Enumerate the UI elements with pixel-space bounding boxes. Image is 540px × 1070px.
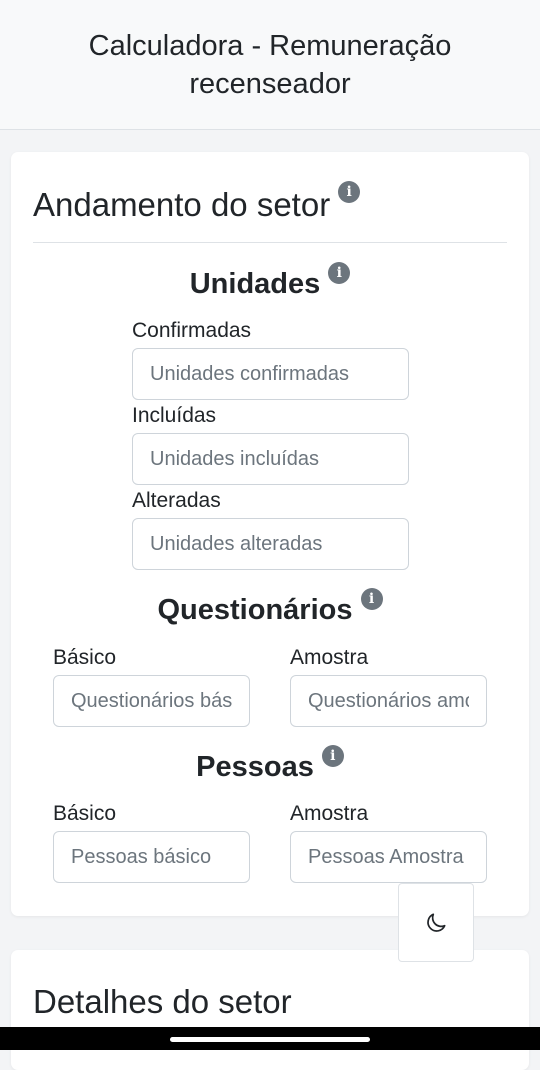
sector-progress-title-text: Andamento do setor bbox=[33, 186, 331, 223]
questionnaires-title-text: Questionários bbox=[157, 594, 353, 626]
people-sample-label: Amostra bbox=[290, 802, 369, 825]
questionnaires-sample-input[interactable] bbox=[290, 675, 487, 727]
info-icon[interactable]: i bbox=[360, 588, 383, 610]
page-title: Calculadora - Remuneração recenseador bbox=[88, 29, 452, 100]
people-basic-input[interactable] bbox=[53, 831, 250, 883]
included-units-input[interactable] bbox=[132, 433, 409, 485]
confirmed-units-label: Confirmadas bbox=[132, 319, 252, 342]
altered-units-input[interactable] bbox=[132, 518, 409, 570]
theme-toggle-button[interactable] bbox=[398, 883, 474, 962]
questionnaires-basic-label: Básico bbox=[53, 646, 117, 669]
sector-progress-title: Andamento do setor i bbox=[33, 181, 361, 225]
info-icon[interactable]: i bbox=[321, 745, 344, 767]
sector-details-card: Detalhes do setor bbox=[11, 950, 529, 1070]
questionnaires-sample-label: Amostra bbox=[290, 646, 369, 669]
questionnaires-section-title: Questionários i bbox=[11, 588, 529, 628]
sector-progress-card: Andamento do setor i Unidades i Confirmada… bbox=[11, 152, 529, 916]
units-title-text: Unidades bbox=[189, 268, 321, 300]
info-icon[interactable]: i bbox=[328, 262, 351, 284]
people-sample-input[interactable] bbox=[290, 831, 487, 883]
people-basic-label: Básico bbox=[53, 802, 117, 825]
divider bbox=[33, 242, 507, 243]
questionnaires-basic-input[interactable] bbox=[53, 675, 250, 727]
people-title-text: Pessoas bbox=[196, 751, 314, 783]
sector-details-title: Detalhes do setor bbox=[33, 983, 292, 1020]
people-section-title: Pessoas i bbox=[11, 745, 529, 785]
app-header: Calculadora - Remuneração recenseador bbox=[0, 0, 540, 130]
units-section-title: Unidades i bbox=[11, 262, 529, 302]
info-icon[interactable]: i bbox=[338, 181, 361, 203]
altered-units-label: Alteradas bbox=[132, 489, 221, 512]
moon-icon bbox=[427, 912, 446, 932]
included-units-label: Incluídas bbox=[132, 404, 217, 427]
home-indicator[interactable] bbox=[170, 1037, 370, 1042]
confirmed-units-input[interactable] bbox=[132, 348, 409, 400]
